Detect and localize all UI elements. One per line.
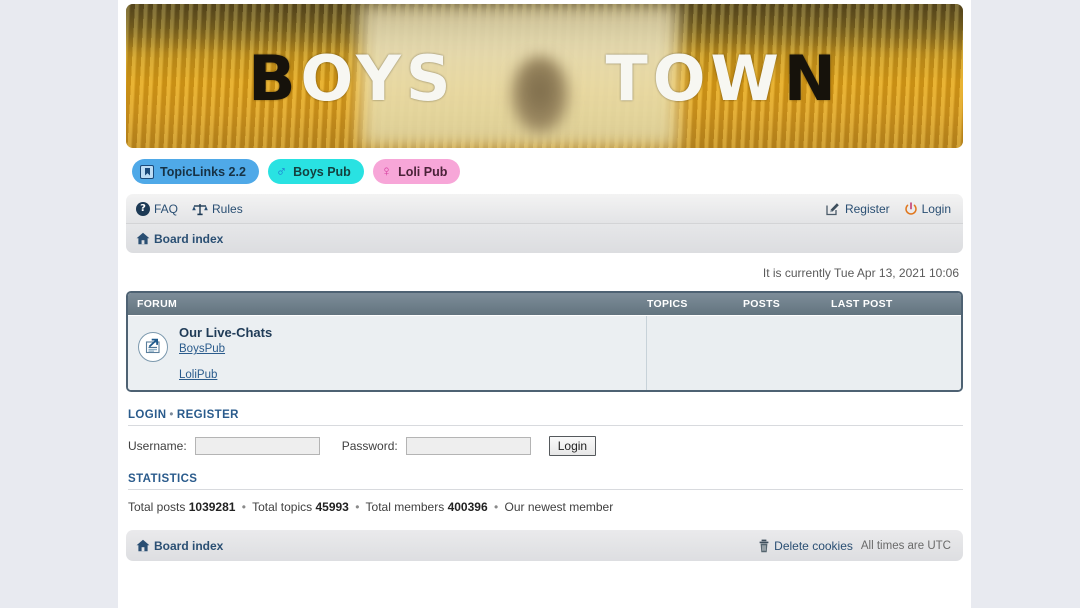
breadcrumb-board-index-label: Board index xyxy=(154,231,224,246)
footer-timezone: All times are UTC xyxy=(860,539,951,552)
venus-symbol-icon: ♀ xyxy=(380,163,393,180)
login-section-heading: LOGIN • REGISTER xyxy=(128,409,963,427)
footer-board-index-label: Board index xyxy=(154,538,224,553)
total-members-label: Total members xyxy=(365,500,445,515)
scales-icon xyxy=(192,202,208,216)
nav-link-login-label: Login xyxy=(921,201,951,216)
question-circle-icon: ? xyxy=(136,201,150,216)
nav-link-register[interactable]: Register xyxy=(826,202,890,216)
external-link-forum-icon xyxy=(138,332,168,362)
password-label: Password: xyxy=(341,439,398,454)
pill-boys-pub-label: Boys Pub xyxy=(293,164,351,179)
forum-cell: Our Live-Chats BoysPub LoliPub xyxy=(128,316,647,391)
banner-word-left: BOYS xyxy=(248,42,456,115)
pill-topiclinks-label: TopicLinks 2.2 xyxy=(160,164,246,179)
forum-stats-cells xyxy=(647,316,961,391)
newest-member-label: Our newest member xyxy=(504,500,614,515)
nav-left-group: ? FAQ Rules xyxy=(136,201,243,216)
mars-symbol-icon: ♂ xyxy=(275,163,288,180)
total-topics-label: Total topics xyxy=(252,500,313,515)
footer-board-index[interactable]: Board index xyxy=(136,539,223,553)
trash-icon xyxy=(758,539,770,553)
username-label: Username: xyxy=(128,439,187,454)
password-input[interactable] xyxy=(405,437,531,456)
pill-loli-pub-label: Loli Pub xyxy=(398,164,448,179)
nav-link-faq-label: FAQ xyxy=(154,201,179,216)
heading-link-register[interactable]: REGISTER xyxy=(177,409,239,421)
login-form: Username: Password: Login xyxy=(128,436,963,457)
username-input[interactable] xyxy=(194,437,320,456)
main-navigation-bar: ? FAQ Rules Register Login xyxy=(126,194,963,224)
pencil-icon xyxy=(826,202,841,216)
forum-table: FORUM TOPICS POSTS LAST POST Our Live-Ch… xyxy=(126,291,963,393)
pill-boys-pub[interactable]: ♂ Boys Pub xyxy=(267,159,364,184)
bookmark-icon xyxy=(140,164,154,179)
power-icon xyxy=(904,201,918,216)
site-banner: BOYS TOWN xyxy=(126,4,963,148)
page-content-area: BOYS TOWN TopicLinks 2.2 ♂ Boys Pub ♀ Lol… xyxy=(118,0,971,608)
statistics-line: Total posts 1039281 • Total topics 45993… xyxy=(128,500,963,514)
breadcrumb-board-index[interactable]: Board index xyxy=(136,232,223,246)
forum-title: Our Live-Chats xyxy=(179,325,273,340)
column-header-last-post: LAST POST xyxy=(831,298,893,310)
stat-sep-1: • xyxy=(241,500,246,515)
breadcrumb-bar: Board index xyxy=(126,224,963,253)
total-topics-value: 45993 xyxy=(315,500,349,515)
banner-title: BOYS TOWN xyxy=(126,48,963,110)
nav-right-group: Register Login xyxy=(826,202,951,216)
footer-right-group: Delete cookies All times are UTC xyxy=(758,539,951,553)
nav-link-login[interactable]: Login xyxy=(904,202,951,216)
statistics-heading: STATISTICS xyxy=(128,473,963,491)
heading-link-login[interactable]: LOGIN xyxy=(128,409,166,421)
table-row: Our Live-Chats BoysPub LoliPub xyxy=(128,315,961,391)
column-header-topics: TOPICS xyxy=(647,298,688,310)
footer-delete-cookies[interactable]: Delete cookies xyxy=(758,539,853,553)
column-header-forum: FORUM xyxy=(137,298,177,310)
heading-separator: • xyxy=(169,409,174,422)
forum-subforum-link-boyspub[interactable]: BoysPub xyxy=(179,343,272,355)
nav-link-faq[interactable]: ? FAQ xyxy=(136,201,179,216)
nav-link-rules-label: Rules xyxy=(212,201,243,216)
home-icon xyxy=(136,539,150,552)
quick-link-pills: TopicLinks 2.2 ♂ Boys Pub ♀ Loli Pub xyxy=(132,159,963,184)
stat-sep-3: • xyxy=(493,500,499,515)
total-posts-value: 1039281 xyxy=(188,500,236,515)
nav-link-register-label: Register xyxy=(844,201,890,216)
pill-topiclinks[interactable]: TopicLinks 2.2 xyxy=(132,159,259,184)
footer-bar: Board index Delete cookies All times are… xyxy=(126,530,963,562)
total-posts-label: Total posts xyxy=(128,500,186,515)
column-header-posts: POSTS xyxy=(743,298,781,310)
nav-link-rules[interactable]: Rules xyxy=(192,202,243,216)
home-icon xyxy=(136,232,150,245)
footer-delete-cookies-label: Delete cookies xyxy=(774,538,853,553)
forum-subforum-link-lolipub[interactable]: LoliPub xyxy=(179,369,272,381)
banner-word-right: TOWN xyxy=(605,42,841,115)
stat-sep-2: • xyxy=(355,500,360,515)
login-submit-button[interactable]: Login xyxy=(548,436,597,457)
forum-table-header: FORUM TOPICS POSTS LAST POST xyxy=(128,293,961,315)
pill-loli-pub[interactable]: ♀ Loli Pub xyxy=(372,159,461,184)
total-members-value: 400396 xyxy=(447,500,488,515)
current-time-text: It is currently Tue Apr 13, 2021 10:06 xyxy=(762,266,959,280)
forum-cell-text: Our Live-Chats BoysPub LoliPub xyxy=(179,325,272,381)
